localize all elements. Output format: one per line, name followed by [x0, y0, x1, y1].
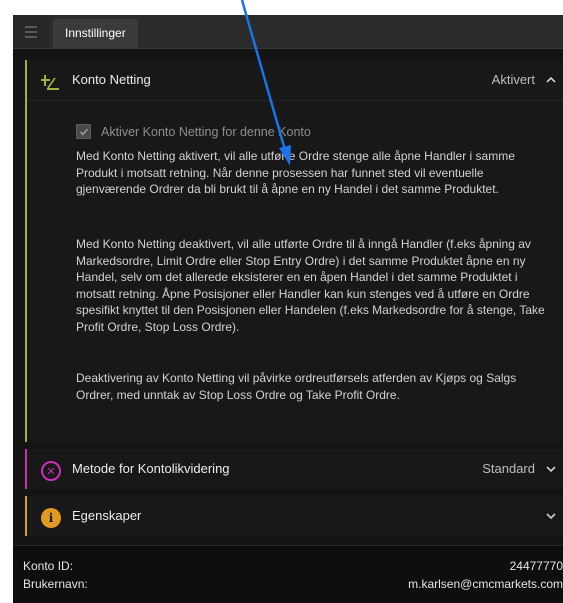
netting-checkbox-label: Aktiver Konto Netting for denne Konto: [101, 124, 311, 139]
netting-title: Konto Netting: [72, 72, 151, 87]
account-id-label: Konto ID:: [23, 559, 74, 573]
tab-bar: Innstillinger: [13, 15, 563, 49]
liquidation-panel-header[interactable]: ✕ Metode for Kontolikvidering Standard: [27, 449, 563, 489]
netting-icon: [41, 75, 59, 90]
netting-description-disabled: Med Konto Netting deaktivert, vil alle u…: [76, 237, 545, 334]
chevron-down-icon[interactable]: [545, 463, 557, 475]
account-footer: Konto ID: 24477770 Brukernavn: m.karlsen…: [13, 545, 563, 603]
properties-panel[interactable]: i Egenskaper: [25, 496, 563, 536]
netting-checkbox-row[interactable]: Aktiver Konto Netting for denne Konto: [76, 124, 311, 139]
properties-title: Egenskaper: [72, 508, 142, 523]
tab-innstillinger[interactable]: Innstillinger: [53, 19, 138, 48]
account-id-value: 24477770: [509, 559, 563, 573]
chevron-down-icon[interactable]: [545, 510, 557, 522]
info-icon: i: [41, 508, 61, 528]
username-value: m.karlsen@cmcmarkets.com: [408, 577, 563, 591]
settings-window: Innstillinger Konto Netting Aktivert Akt: [13, 15, 563, 603]
netting-checkbox[interactable]: [76, 124, 91, 139]
properties-panel-header[interactable]: i Egenskaper: [27, 496, 563, 536]
circle-x-icon: ✕: [41, 461, 61, 481]
netting-panel-header[interactable]: Konto Netting Aktivert: [27, 60, 563, 101]
netting-status: Aktivert: [491, 72, 535, 87]
liquidation-title: Metode for Kontolikvidering: [72, 461, 230, 476]
hamburger-icon[interactable]: [13, 15, 49, 48]
netting-panel: Konto Netting Aktivert Aktiver Konto Net…: [25, 60, 563, 442]
check-icon: [79, 128, 88, 136]
liquidation-status: Standard: [482, 461, 535, 476]
chevron-up-icon[interactable]: [545, 74, 557, 86]
username-label: Brukernavn:: [23, 577, 88, 591]
netting-description-impact: Deaktivering av Konto Netting vil påvirk…: [76, 371, 517, 402]
netting-description-enabled: Med Konto Netting aktivert, vil alle utf…: [76, 149, 515, 196]
liquidation-panel[interactable]: ✕ Metode for Kontolikvidering Standard: [25, 449, 563, 489]
